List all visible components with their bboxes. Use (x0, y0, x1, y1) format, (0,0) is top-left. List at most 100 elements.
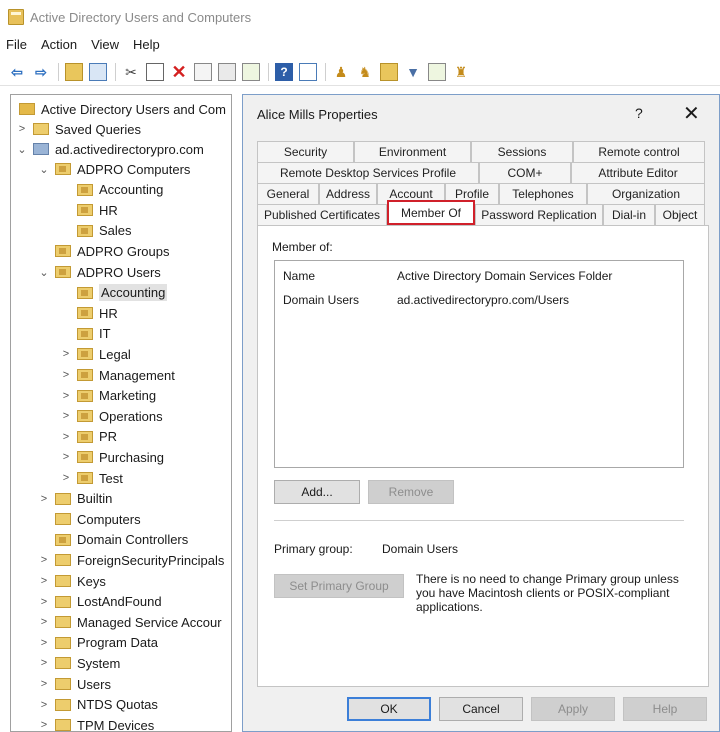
close-icon[interactable]: ✕ (683, 101, 700, 126)
tree-item[interactable]: Accounting (59, 283, 168, 303)
tree-item[interactable]: > NTDS Quotas (37, 695, 158, 715)
tree-item[interactable]: > Program Data (37, 633, 158, 653)
chevron-down-icon[interactable]: ⌄ (15, 143, 29, 156)
delete-icon[interactable]: ✕ (170, 63, 188, 81)
remove-button[interactable]: Remove (368, 480, 454, 504)
tab-com-plus[interactable]: COM+ (479, 162, 571, 183)
chevron-right-icon[interactable]: > (59, 472, 73, 484)
chevron-right-icon[interactable]: > (37, 493, 51, 505)
tab-rds-profile[interactable]: Remote Desktop Services Profile (257, 162, 479, 183)
tree-item[interactable]: Computers (37, 509, 141, 529)
tree-saved-queries[interactable]: > Saved Queries (15, 119, 141, 139)
up-folder-icon[interactable] (65, 62, 83, 81)
copy-icon[interactable] (146, 62, 164, 81)
column-header-name[interactable]: Name (283, 269, 397, 285)
properties-icon[interactable] (194, 62, 212, 81)
tree-item[interactable]: HR (59, 200, 118, 220)
column-header-folder[interactable]: Active Directory Domain Services Folder (397, 269, 612, 285)
menu-view[interactable]: View (91, 37, 119, 52)
tab-telephones[interactable]: Telephones (499, 183, 587, 204)
tree-item[interactable]: > Purchasing (59, 447, 164, 467)
tab-general[interactable]: General (257, 183, 319, 204)
tree-item[interactable]: ⌄ ADPRO Computers (37, 159, 190, 179)
tab-dial-in[interactable]: Dial-in (603, 204, 655, 225)
help-button[interactable]: Help (623, 697, 707, 721)
chevron-right-icon[interactable]: > (37, 699, 51, 711)
tab-attribute-editor[interactable]: Attribute Editor (571, 162, 705, 183)
mmc-icon[interactable] (299, 62, 317, 81)
chevron-right-icon[interactable]: > (59, 451, 73, 463)
find-icon[interactable] (428, 62, 446, 81)
chevron-right-icon[interactable]: > (37, 554, 51, 566)
tab-security[interactable]: Security (257, 141, 354, 162)
tab-published-certificates[interactable]: Published Certificates (257, 204, 387, 225)
tree-item[interactable]: ⌄ ADPRO Users (37, 262, 160, 282)
tree-item[interactable]: > TPM Devices (37, 715, 154, 731)
tab-member-of[interactable]: Member Of (387, 200, 475, 225)
tree-item[interactable]: > Users (37, 674, 111, 694)
refresh-icon[interactable] (218, 62, 236, 81)
tree-item[interactable]: Sales (59, 221, 132, 241)
back-arrow-icon[interactable]: ⇦ (8, 63, 26, 81)
forward-arrow-icon[interactable]: ⇨ (32, 63, 50, 81)
create-ou-icon[interactable] (380, 62, 398, 81)
tree-item[interactable]: > PR (59, 427, 117, 447)
menu-help[interactable]: Help (133, 37, 160, 52)
tree-item[interactable]: HR (59, 303, 118, 323)
tree-item[interactable]: > Legal (59, 344, 131, 364)
tree-item[interactable]: > Test (59, 468, 123, 488)
chevron-right-icon[interactable]: > (15, 123, 29, 135)
help-question-icon[interactable]: ? (635, 105, 643, 121)
chevron-right-icon[interactable]: > (37, 575, 51, 587)
tab-sessions[interactable]: Sessions (471, 141, 573, 162)
tab-object[interactable]: Object (655, 204, 705, 225)
chevron-right-icon[interactable]: > (59, 369, 73, 381)
tab-remote-control[interactable]: Remote control (573, 141, 705, 162)
chevron-right-icon[interactable]: > (37, 637, 51, 649)
console-tree-icon[interactable] (89, 62, 107, 81)
tree-item[interactable]: > Operations (59, 406, 163, 426)
menu-action[interactable]: Action (41, 37, 77, 52)
console-tree[interactable]: Active Directory Users and Com > Saved Q… (10, 94, 232, 732)
help-icon[interactable]: ? (275, 62, 293, 81)
chevron-down-icon[interactable]: ⌄ (37, 266, 51, 279)
chevron-right-icon[interactable]: > (37, 678, 51, 690)
chevron-right-icon[interactable]: > (59, 431, 73, 443)
create-group-icon[interactable]: ♞ (356, 63, 374, 81)
chevron-right-icon[interactable]: > (37, 719, 51, 731)
tree-root[interactable]: Active Directory Users and Com (15, 99, 226, 119)
tree-item[interactable]: > Marketing (59, 386, 156, 406)
chevron-right-icon[interactable]: > (37, 596, 51, 608)
chevron-right-icon[interactable]: > (59, 348, 73, 360)
tree-item[interactable]: > Builtin (37, 489, 113, 509)
tree-item[interactable]: IT (59, 324, 111, 344)
chevron-right-icon[interactable]: > (37, 657, 51, 669)
chevron-right-icon[interactable]: > (37, 616, 51, 628)
add-button[interactable]: Add... (274, 480, 360, 504)
tree-item[interactable]: > LostAndFound (37, 592, 162, 612)
tab-organization[interactable]: Organization (587, 183, 705, 204)
tree-item[interactable]: > Managed Service Accour (37, 612, 222, 632)
apply-button[interactable]: Apply (531, 697, 615, 721)
tab-environment[interactable]: Environment (354, 141, 471, 162)
add-to-group-icon[interactable]: ♜ (452, 63, 470, 81)
cut-icon[interactable]: ✂ (122, 63, 140, 81)
chevron-right-icon[interactable]: > (59, 410, 73, 422)
set-primary-group-button[interactable]: Set Primary Group (274, 574, 404, 598)
tree-item[interactable]: Accounting (59, 180, 163, 200)
filter-icon[interactable]: ▼ (404, 63, 422, 81)
menu-file[interactable]: File (6, 37, 27, 52)
tree-item[interactable]: > ForeignSecurityPrincipals (37, 550, 225, 570)
cancel-button[interactable]: Cancel (439, 697, 523, 721)
member-of-list[interactable]: Name Active Directory Domain Services Fo… (274, 260, 684, 468)
ok-button[interactable]: OK (347, 697, 431, 721)
list-header[interactable]: Name Active Directory Domain Services Fo… (283, 269, 612, 285)
list-item[interactable]: Domain Users ad.activedirectorypro.com/U… (283, 293, 569, 309)
tree-item[interactable]: > Keys (37, 571, 106, 591)
tree-item[interactable]: > System (37, 653, 121, 673)
chevron-down-icon[interactable]: ⌄ (37, 163, 51, 176)
tree-item[interactable]: > Management (59, 365, 175, 385)
tree-domain[interactable]: ⌄ ad.activedirectorypro.com (15, 139, 203, 159)
tree-item[interactable]: ADPRO Groups (37, 241, 169, 261)
create-user-icon[interactable]: ♟ (332, 63, 350, 81)
